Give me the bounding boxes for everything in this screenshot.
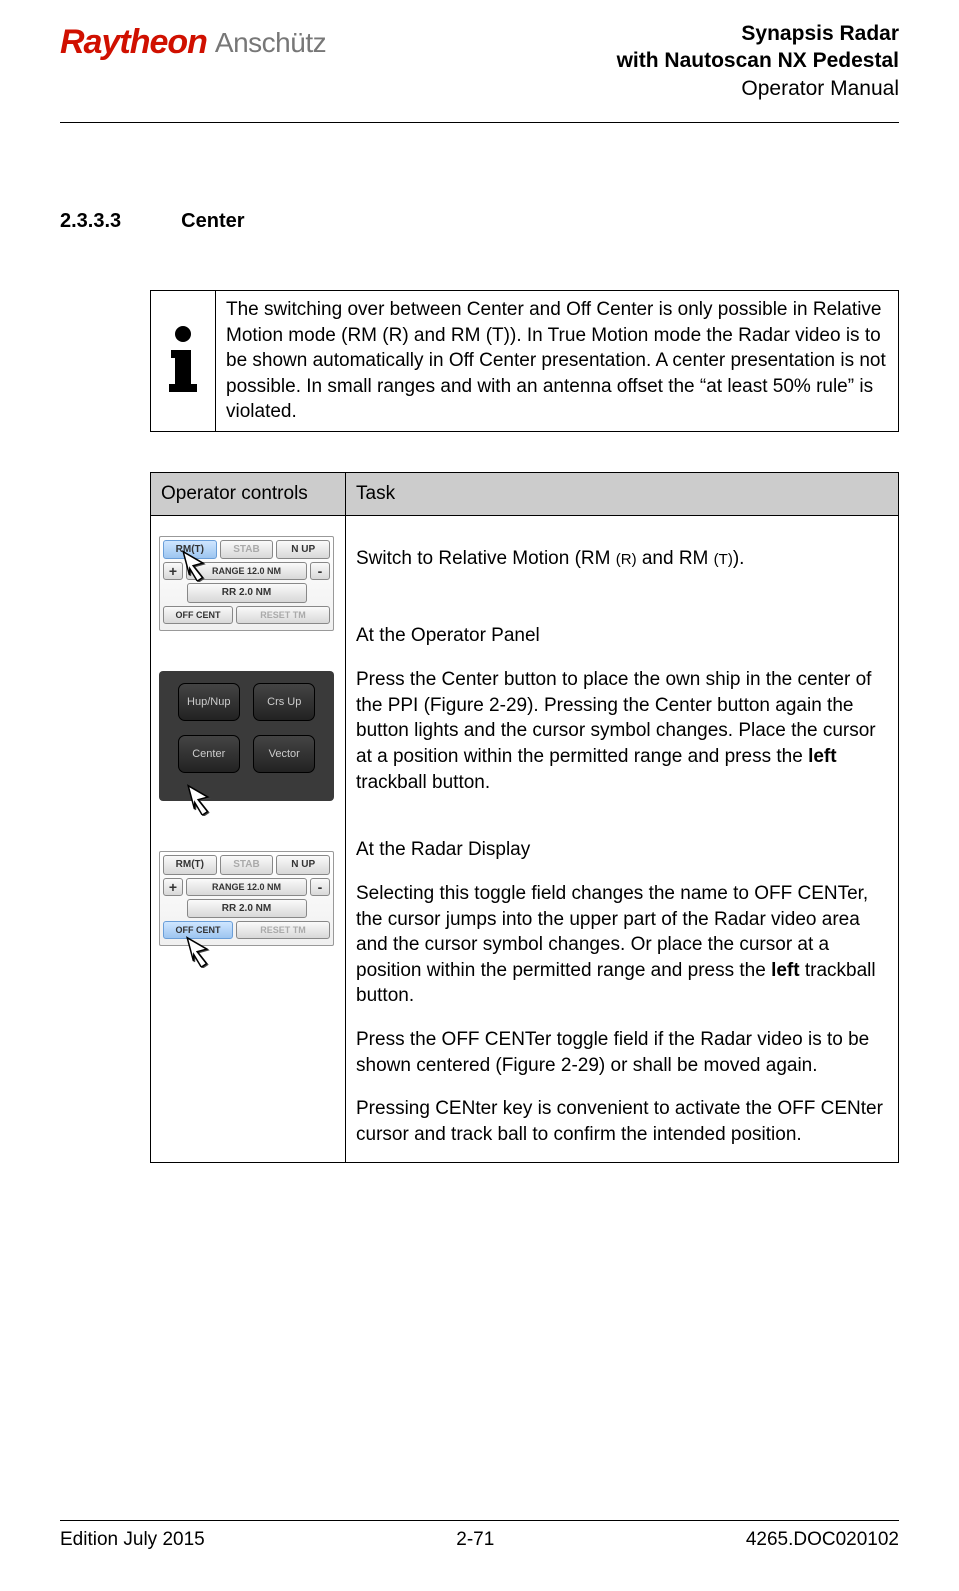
range-minus-button[interactable]: - [310,878,330,896]
reset-tm-button[interactable]: RESET TM [236,921,330,939]
info-box: The switching over between Center and Of… [150,290,899,432]
off-cent-button[interactable]: OFF CENT [163,606,233,624]
section-title: Center [181,208,244,235]
rr-button[interactable]: RR 2.0 NM [187,583,307,603]
rm-button[interactable]: RM(T) [163,855,217,875]
pointer-arrow-icon [178,541,212,575]
footer-doc-number: 4265.DOC020102 [746,1527,899,1553]
operator-controls-cell: RM(T) STAB N UP + RANGE 12.0 NM - RR 2.0… [151,515,346,1162]
hup-nup-button[interactable]: Hup/Nup [178,683,240,721]
page-header: Raytheon Anschütz Synapsis Radar with Na… [60,20,899,112]
title-line-2: with Nautoscan NX Pedestal [617,47,899,74]
crs-up-button[interactable]: Crs Up [253,683,315,721]
nup-button[interactable]: N UP [276,855,330,875]
brand-raytheon: Raytheon [60,20,207,66]
task-p4: At the Radar Display [356,837,888,863]
section-heading: 2.3.3.3 Center [60,208,899,235]
pointer-arrow-icon [182,927,216,961]
pointer-arrow-icon [183,775,217,809]
brand-anschutz: Anschütz [215,24,326,62]
task-p2: At the Operator Panel [356,623,888,649]
task-p1: Switch to Relative Motion (RM (R) and RM… [356,546,888,572]
task-table: Operator controls Task RM(T) STAB N UP +… [150,472,899,1163]
document-title: Synapsis Radar with Nautoscan NX Pedesta… [617,20,899,102]
stab-button[interactable]: STAB [220,855,274,875]
table-header-operator-controls: Operator controls [151,473,346,516]
header-rule [60,122,899,123]
logo: Raytheon Anschütz [60,20,326,66]
vector-button[interactable]: Vector [253,735,315,773]
stab-button[interactable]: STAB [220,540,274,560]
page-footer: Edition July 2015 2-71 4265.DOC020102 [60,1527,899,1553]
radar-display-panel-2: RM(T) STAB N UP + RANGE 12.0 NM - RR 2.0… [159,851,334,946]
rr-button[interactable]: RR 2.0 NM [187,899,307,919]
info-text: The switching over between Center and Of… [216,291,898,431]
title-line-3: Operator Manual [617,75,899,102]
nup-button[interactable]: N UP [276,540,330,560]
range-label: RANGE 12.0 NM [186,878,307,896]
task-p7: Pressing CENter key is convenient to act… [356,1096,888,1147]
footer-page-number: 2-71 [456,1527,494,1553]
range-minus-button[interactable]: - [310,562,330,580]
task-p6: Press the OFF CENTer toggle field if the… [356,1027,888,1078]
footer-edition: Edition July 2015 [60,1527,205,1553]
reset-tm-button[interactable]: RESET TM [236,606,330,624]
radar-display-panel-1: RM(T) STAB N UP + RANGE 12.0 NM - RR 2.0… [159,536,334,631]
info-icon-cell [151,291,216,431]
footer-rule [60,1520,899,1521]
task-p5: Selecting this toggle field changes the … [356,881,888,1009]
task-cell: Switch to Relative Motion (RM (R) and RM… [346,515,899,1162]
center-button[interactable]: Center [178,735,240,773]
range-plus-button[interactable]: + [163,878,183,896]
task-p3: Press the Center button to place the own… [356,667,888,795]
info-icon [161,326,205,396]
operator-panel: Hup/Nup Crs Up Center Vector [159,671,334,801]
table-header-task: Task [346,473,899,516]
section-number: 2.3.3.3 [60,208,121,235]
title-line-1: Synapsis Radar [617,20,899,47]
